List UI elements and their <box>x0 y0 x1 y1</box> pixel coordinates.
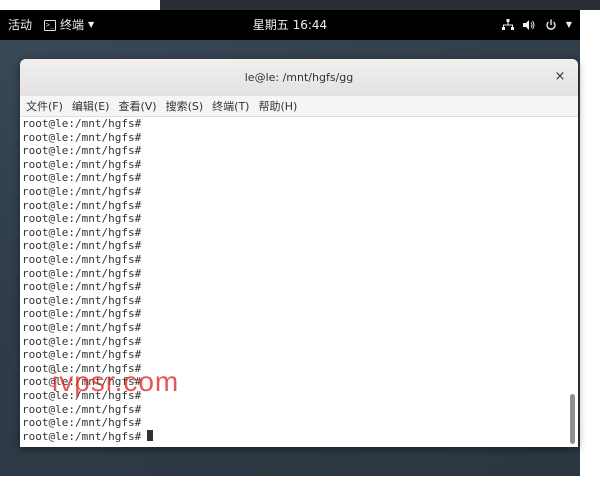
terminal-prompt: root@le:/mnt/hgfs# <box>22 307 142 321</box>
terminal-line: root@le:/mnt/hgfs# <box>22 239 141 253</box>
terminal-line: root@le:/mnt/hgfs# <box>22 307 141 321</box>
terminal-scrollbar[interactable] <box>566 117 578 447</box>
terminal-line: root@le:/mnt/hgfs# <box>22 416 141 430</box>
terminal-app-icon: >_ <box>44 19 56 31</box>
terminal-prompt: root@le:/mnt/hgfs# <box>22 144 142 158</box>
close-button[interactable]: × <box>552 69 568 85</box>
terminal-line: root@le:/mnt/hgfs# <box>22 185 141 199</box>
app-menu-button[interactable]: >_ 终端 ▼ <box>44 10 94 40</box>
gnome-top-bar: 活动 >_ 终端 ▼ 星期五 16:44 ▼ <box>0 10 580 40</box>
terminal-line: root@le:/mnt/hgfs# <box>22 171 141 185</box>
terminal-line: root@le:/mnt/hgfs# <box>22 348 141 362</box>
terminal-prompt: root@le:/mnt/hgfs# <box>22 429 142 443</box>
terminal-line: root@le:/mnt/hgfs# <box>22 144 141 158</box>
clock-button[interactable]: 星期五 16:44 <box>253 18 327 32</box>
menu-bar: 文件(F) 编辑(E) 查看(V) 搜索(S) 终端(T) 帮助(H) <box>20 96 578 117</box>
terminal-prompt: root@le:/mnt/hgfs# <box>22 157 142 171</box>
terminal-prompt: root@le:/mnt/hgfs# <box>22 293 142 307</box>
terminal-prompt: root@le:/mnt/hgfs# <box>22 171 142 185</box>
menu-view[interactable]: 查看(V) <box>118 98 156 114</box>
terminal-line: root@le:/mnt/hgfs# <box>22 294 141 308</box>
terminal-line: root@le:/mnt/hgfs# <box>22 226 141 240</box>
terminal-line: root@le:/mnt/hgfs# <box>22 212 141 226</box>
menu-file[interactable]: 文件(F) <box>26 98 63 114</box>
menu-search[interactable]: 搜索(S) <box>166 98 204 114</box>
terminal-prompt: root@le:/mnt/hgfs# <box>22 253 142 266</box>
terminal-prompt: root@le:/mnt/hgfs# <box>22 321 142 334</box>
terminal-prompt: root@le:/mnt/hgfs# <box>22 239 142 253</box>
terminal-line: root@le:/mnt/hgfs# <box>22 131 141 145</box>
menu-terminal[interactable]: 终端(T) <box>212 98 249 114</box>
terminal-line: root@le:/mnt/hgfs# <box>22 199 141 213</box>
app-menu-label: 终端 <box>60 18 85 32</box>
terminal-prompt: root@le:/mnt/hgfs# <box>22 117 142 130</box>
menu-edit[interactable]: 编辑(E) <box>72 98 110 114</box>
screen-top-strip <box>0 0 600 10</box>
terminal-prompt: root@le:/mnt/hgfs# <box>22 402 142 416</box>
watermark-text: ivpsr.com <box>52 366 180 397</box>
terminal-prompt: root@le:/mnt/hgfs# <box>22 416 142 430</box>
terminal-line: root@le:/mnt/hgfs# <box>22 117 141 131</box>
terminal-cursor <box>147 429 154 441</box>
terminal-prompt: root@le:/mnt/hgfs# <box>22 198 142 212</box>
terminal-line: root@le:/mnt/hgfs# <box>22 321 141 335</box>
terminal-prompt: root@le:/mnt/hgfs# <box>22 334 142 348</box>
terminal-prompt: root@le:/mnt/hgfs# <box>22 348 142 362</box>
volume-icon <box>522 20 535 30</box>
scrollbar-thumb[interactable] <box>570 394 575 444</box>
terminal-prompt: root@le:/mnt/hgfs# <box>22 266 142 280</box>
terminal-line: root@le:/mnt/hgfs# <box>22 253 141 267</box>
terminal-line: root@le:/mnt/hgfs# <box>22 403 141 417</box>
terminal-prompt: root@le:/mnt/hgfs# <box>22 225 142 239</box>
terminal-line: root@le:/mnt/hgfs# <box>22 429 154 444</box>
window-titlebar[interactable]: le@le: /mnt/hgfs/gg × <box>20 59 578 97</box>
terminal-line: root@le:/mnt/hgfs# <box>22 267 141 281</box>
terminal-prompt: root@le:/mnt/hgfs# <box>22 212 142 226</box>
terminal-line: root@le:/mnt/hgfs# <box>22 335 141 349</box>
dropdown-arrow-icon: ▼ <box>88 20 95 29</box>
power-icon <box>546 19 556 30</box>
network-icon <box>501 19 514 30</box>
terminal-prompt: root@le:/mnt/hgfs# <box>22 130 142 144</box>
system-tray[interactable]: ▼ <box>501 10 572 40</box>
terminal-line: root@le:/mnt/hgfs# <box>22 158 141 172</box>
terminal-line: root@le:/mnt/hgfs# <box>22 280 141 294</box>
terminal-prompt: root@le:/mnt/hgfs# <box>22 280 142 294</box>
activities-button[interactable]: 活动 <box>8 10 32 40</box>
desktop: 活动 >_ 终端 ▼ 星期五 16:44 ▼ le@le: /mnt/hgfs/… <box>0 10 580 476</box>
screen-top-strip-left <box>0 0 160 10</box>
tray-dropdown-arrow-icon: ▼ <box>565 20 572 29</box>
terminal-prompt: root@le:/mnt/hgfs# <box>22 185 142 198</box>
menu-help[interactable]: 帮助(H) <box>258 98 297 114</box>
window-title: le@le: /mnt/hgfs/gg <box>244 71 354 84</box>
